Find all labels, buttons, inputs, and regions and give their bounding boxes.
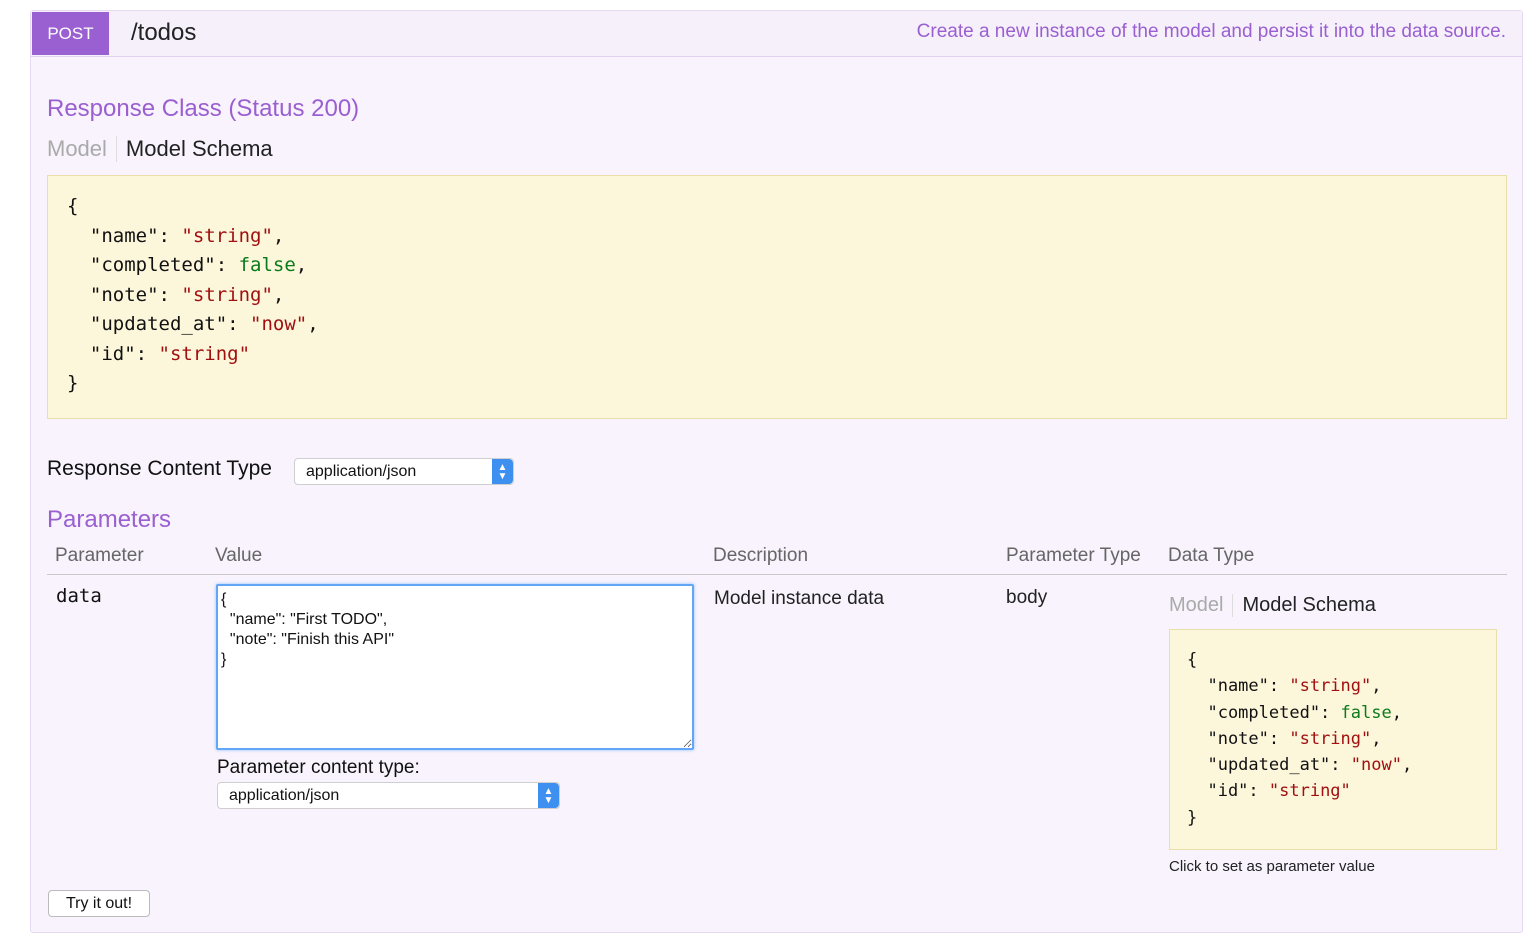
schema-value: "now": [250, 313, 308, 335]
schema-brace: }: [1187, 807, 1198, 828]
select-value: application/json: [306, 462, 417, 480]
schema-value: "string": [1289, 728, 1372, 749]
schema-punct: ,: [272, 224, 285, 247]
response-content-type-select[interactable]: application/json ▲ ▼: [294, 458, 514, 485]
schema-hint: Click to set as parameter value: [1169, 858, 1375, 875]
endpoint-path[interactable]: /todos: [131, 19, 196, 47]
schema-key: "id":: [67, 342, 159, 365]
schema-punct: ,: [1371, 676, 1382, 697]
parameter-name: data: [56, 585, 102, 607]
schema-value: "now": [1350, 755, 1402, 776]
http-method-badge[interactable]: POST: [32, 12, 109, 55]
schema-value: false: [1340, 702, 1392, 723]
schema-punct: ,: [272, 283, 285, 306]
schema-key: "updated_at":: [1187, 755, 1351, 776]
schema-brace: }: [67, 372, 79, 394]
tab-model-schema[interactable]: Model Schema: [1233, 594, 1375, 617]
schema-punct: ,: [307, 313, 319, 335]
parameters-heading: Parameters: [47, 506, 172, 533]
schema-brace: {: [1187, 650, 1198, 670]
select-arrows-icon: ▲ ▼: [538, 783, 559, 808]
schema-value: "string": [158, 342, 251, 365]
column-header-data-type: Data Type: [1168, 545, 1255, 566]
parameter-type: body: [1006, 587, 1048, 608]
schema-punct: ,: [1371, 728, 1382, 749]
schema-key: "completed":: [1187, 702, 1341, 723]
schema-key: "id":: [1187, 781, 1269, 802]
operation-panel: POST /todos Create a new instance of the…: [30, 10, 1523, 933]
schema-punct: ,: [295, 254, 308, 276]
response-schema-snippet: { "name": "string", "completed": false, …: [47, 175, 1507, 419]
parameter-value-textarea[interactable]: [216, 584, 694, 750]
schema-value: "string": [1268, 781, 1351, 802]
schema-key: "name":: [67, 224, 182, 247]
column-header-parameter-type: Parameter Type: [1006, 545, 1141, 566]
parameter-content-type-label: Parameter content type:: [217, 757, 420, 778]
column-header-parameter: Parameter: [55, 545, 144, 566]
parameter-description: Model instance data: [714, 588, 885, 609]
operation-header[interactable]: POST /todos Create a new instance of the…: [31, 11, 1522, 57]
schema-value: false: [238, 254, 296, 276]
tab-model-schema[interactable]: Model Schema: [117, 136, 273, 162]
schema-key: "note":: [1187, 728, 1290, 749]
table-header-divider: [47, 574, 1507, 575]
schema-value: "string": [181, 224, 273, 247]
response-model-tabs: Model Model Schema: [47, 132, 273, 166]
schema-value: "string": [181, 283, 273, 306]
schema-key: "completed":: [67, 254, 239, 276]
operation-summary[interactable]: Create a new instance of the model and p…: [917, 21, 1506, 43]
schema-key: "updated_at":: [67, 313, 251, 335]
tab-model[interactable]: Model: [47, 136, 117, 162]
column-header-value: Value: [215, 545, 263, 566]
parameter-content-type-select[interactable]: application/json ▲ ▼: [217, 782, 560, 809]
schema-brace: {: [67, 195, 79, 217]
response-content-type-label: Response Content Type: [47, 457, 272, 480]
data-type-tabs: Model Model Schema: [1169, 589, 1376, 621]
column-header-description: Description: [713, 545, 809, 566]
try-it-out-button[interactable]: Try it out!: [48, 890, 150, 917]
schema-punct: ,: [1401, 755, 1413, 776]
data-type-schema-snippet[interactable]: { "name": "string", "completed": false, …: [1169, 629, 1497, 850]
tab-model[interactable]: Model: [1169, 593, 1234, 617]
select-arrows-icon: ▲ ▼: [492, 459, 513, 484]
schema-value: "string": [1289, 676, 1372, 697]
schema-key: "name":: [1187, 676, 1290, 697]
select-value: application/json: [229, 786, 340, 804]
schema-punct: ,: [1391, 702, 1402, 723]
response-class-heading: Response Class (Status 200): [47, 95, 360, 122]
schema-key: "note":: [67, 283, 182, 306]
